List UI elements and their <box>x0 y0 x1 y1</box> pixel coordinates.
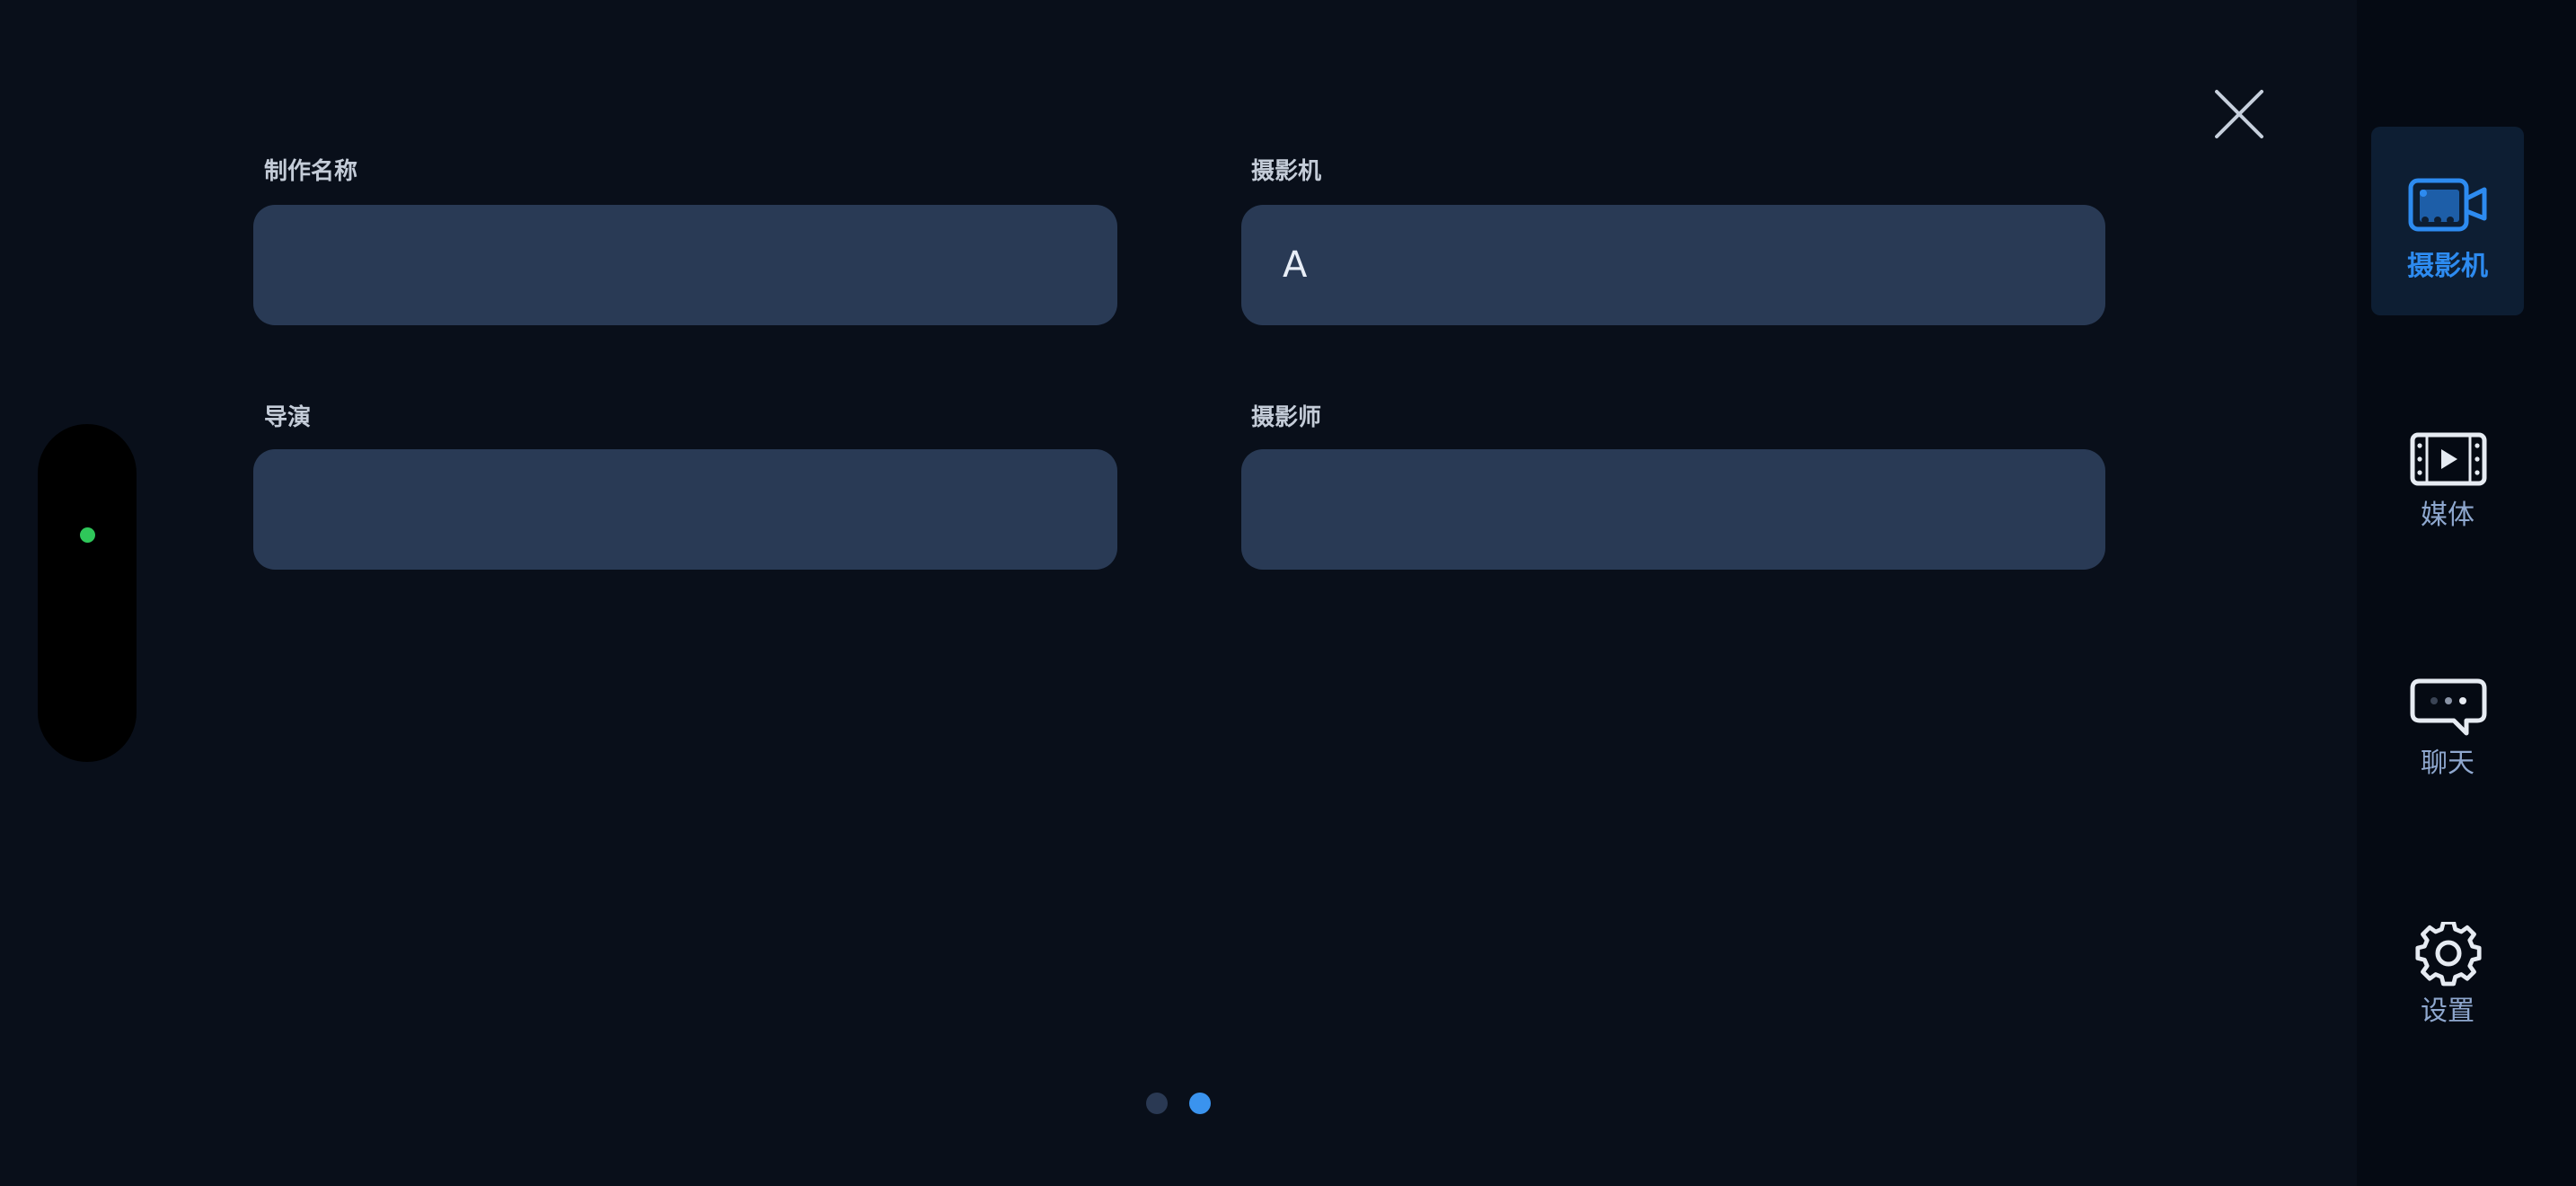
sidebar-item-label: 媒体 <box>2421 500 2475 531</box>
sidebar-item-camera[interactable]: 摄影机 <box>2371 127 2524 315</box>
sidebar-item-label: 摄影机 <box>2407 251 2488 282</box>
camera-label: 摄影机 <box>1251 158 1322 185</box>
production-name-label: 制作名称 <box>264 158 358 185</box>
status-indicator-dot <box>80 527 95 543</box>
cinematographer-label: 摄影师 <box>1251 404 1322 431</box>
sidebar-item-chat[interactable]: 聊天 <box>2371 622 2524 810</box>
sidebar-item-label: 设置 <box>2421 996 2475 1027</box>
cinematographer-input[interactable] <box>1241 449 2105 570</box>
gear-icon <box>2407 922 2490 996</box>
sidebar-item-settings[interactable]: 设置 <box>2371 870 2524 1058</box>
director-label: 导演 <box>264 404 312 431</box>
director-input[interactable] <box>253 449 1117 570</box>
chat-bubble-icon <box>2407 674 2490 748</box>
close-button[interactable] <box>2211 86 2267 142</box>
camera-input[interactable] <box>1241 205 2105 325</box>
sidebar-item-media[interactable]: 媒体 <box>2371 374 2524 562</box>
close-icon <box>2215 90 2263 138</box>
page-dot-1[interactable] <box>1146 1093 1168 1114</box>
page-dot-2[interactable] <box>1189 1093 1211 1114</box>
page-indicator <box>1146 1093 1211 1116</box>
video-camera-icon <box>2407 172 2490 245</box>
main-panel: 制作名称 摄影机 导演 摄影师 <box>0 0 2357 1186</box>
production-name-input[interactable] <box>253 205 1117 325</box>
sidebar-item-label: 聊天 <box>2421 748 2475 779</box>
film-play-icon <box>2407 426 2490 500</box>
status-pill[interactable] <box>38 424 137 762</box>
